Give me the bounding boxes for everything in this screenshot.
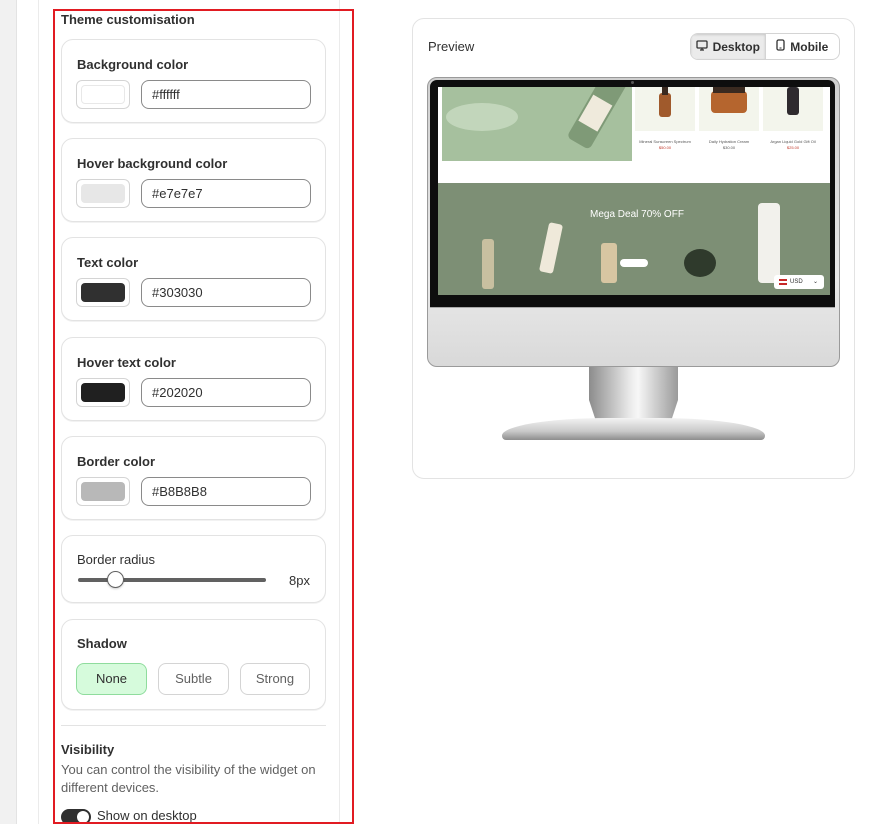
show-on-desktop-toggle[interactable]: [61, 809, 91, 824]
product-price: $30.00: [722, 145, 736, 150]
product-tile: [635, 87, 695, 131]
preview-screen: Mineral Sunscreen Spectrum Daily Hydrati…: [438, 87, 830, 295]
product-tile: [699, 87, 759, 131]
desktop-icon: [695, 39, 708, 54]
background-color-swatch-fill: [81, 85, 125, 104]
hover-background-color-swatch-fill: [81, 184, 125, 203]
currency-label: USD: [790, 279, 803, 285]
monitor-base: [502, 418, 765, 440]
preview-label: Preview: [428, 39, 475, 54]
desktop-button[interactable]: Desktop: [691, 34, 765, 59]
mobile-button-label: Mobile: [790, 39, 829, 54]
text-color-swatch[interactable]: [76, 278, 130, 307]
hover-text-color-swatch-fill: [81, 383, 125, 402]
background-color-input[interactable]: #ffffff: [141, 80, 311, 109]
hover-text-color-swatch[interactable]: [76, 378, 130, 407]
chevron-down-icon: ⌄: [812, 279, 818, 285]
currency-selector: USD ⌄: [774, 275, 824, 289]
shadow-card: Shadow None Subtle Strong: [61, 619, 326, 710]
promo-banner: [438, 183, 830, 295]
background-color-swatch[interactable]: [76, 80, 130, 109]
text-color-swatch-fill: [81, 283, 125, 302]
text-color-card: Text color #303030: [61, 237, 326, 321]
show-on-desktop-label: Show on desktop: [97, 808, 197, 823]
product-tile: [763, 87, 823, 131]
theme-section-title: Theme customisation: [61, 12, 195, 27]
border-radius-card: Border radius 8px: [61, 535, 326, 603]
product-price: $50.00: [658, 145, 672, 150]
background-color-card: Background color #ffffff: [61, 39, 326, 123]
hero-image: [442, 87, 632, 161]
hover-background-color-swatch[interactable]: [76, 179, 130, 208]
border-radius-label: Border radius: [77, 552, 156, 567]
text-color-label: Text color: [77, 255, 139, 270]
shadow-none-button[interactable]: None: [76, 663, 147, 695]
product-name: Argan Liquid Gold Gift Oil: [770, 139, 816, 144]
device-toggle: Desktop Mobile: [690, 33, 840, 60]
promo-banner-title: Mega Deal 70% OFF: [590, 209, 684, 220]
divider: [61, 725, 326, 726]
hover-text-color-label: Hover text color: [77, 355, 176, 370]
monitor-chin-line: [430, 307, 835, 308]
shadow-subtle-button[interactable]: Subtle: [158, 663, 229, 695]
text-color-input[interactable]: #303030: [141, 278, 311, 307]
product-price: $25.00: [786, 145, 800, 150]
border-color-label: Border color: [77, 454, 156, 469]
mobile-icon: [776, 39, 785, 54]
hover-text-color-card: Hover text color #202020: [61, 337, 326, 421]
border-color-swatch[interactable]: [76, 477, 130, 506]
promo-banner-button: [620, 259, 648, 267]
visibility-description: You can control the visibility of the wi…: [61, 762, 316, 795]
visibility-title: Visibility: [61, 742, 115, 757]
border-color-card: Border color #B8B8B8: [61, 436, 326, 520]
hover-text-color-input[interactable]: #202020: [141, 378, 311, 407]
border-color-swatch-fill: [81, 482, 125, 501]
camera-icon: [631, 81, 634, 84]
us-flag-icon: [779, 279, 787, 285]
border-color-input[interactable]: #B8B8B8: [141, 477, 311, 506]
product-name: Mineral Sunscreen Spectrum: [639, 139, 691, 144]
border-radius-slider-thumb[interactable]: [107, 571, 125, 588]
hover-background-color-card: Hover background color #e7e7e7: [61, 138, 326, 222]
hover-background-color-label: Hover background color: [77, 156, 228, 171]
mobile-button[interactable]: Mobile: [766, 34, 840, 59]
shadow-strong-button[interactable]: Strong: [240, 663, 310, 695]
product-name: Daily Hydration Cream: [708, 139, 750, 144]
toggle-knob: [77, 811, 89, 823]
background-color-label: Background color: [77, 57, 189, 72]
border-radius-value: 8px: [289, 573, 310, 588]
hover-background-color-input[interactable]: #e7e7e7: [141, 179, 311, 208]
shadow-label: Shadow: [77, 636, 127, 651]
desktop-preview-monitor: Mineral Sunscreen Spectrum Daily Hydrati…: [427, 77, 840, 367]
desktop-button-label: Desktop: [712, 39, 760, 54]
